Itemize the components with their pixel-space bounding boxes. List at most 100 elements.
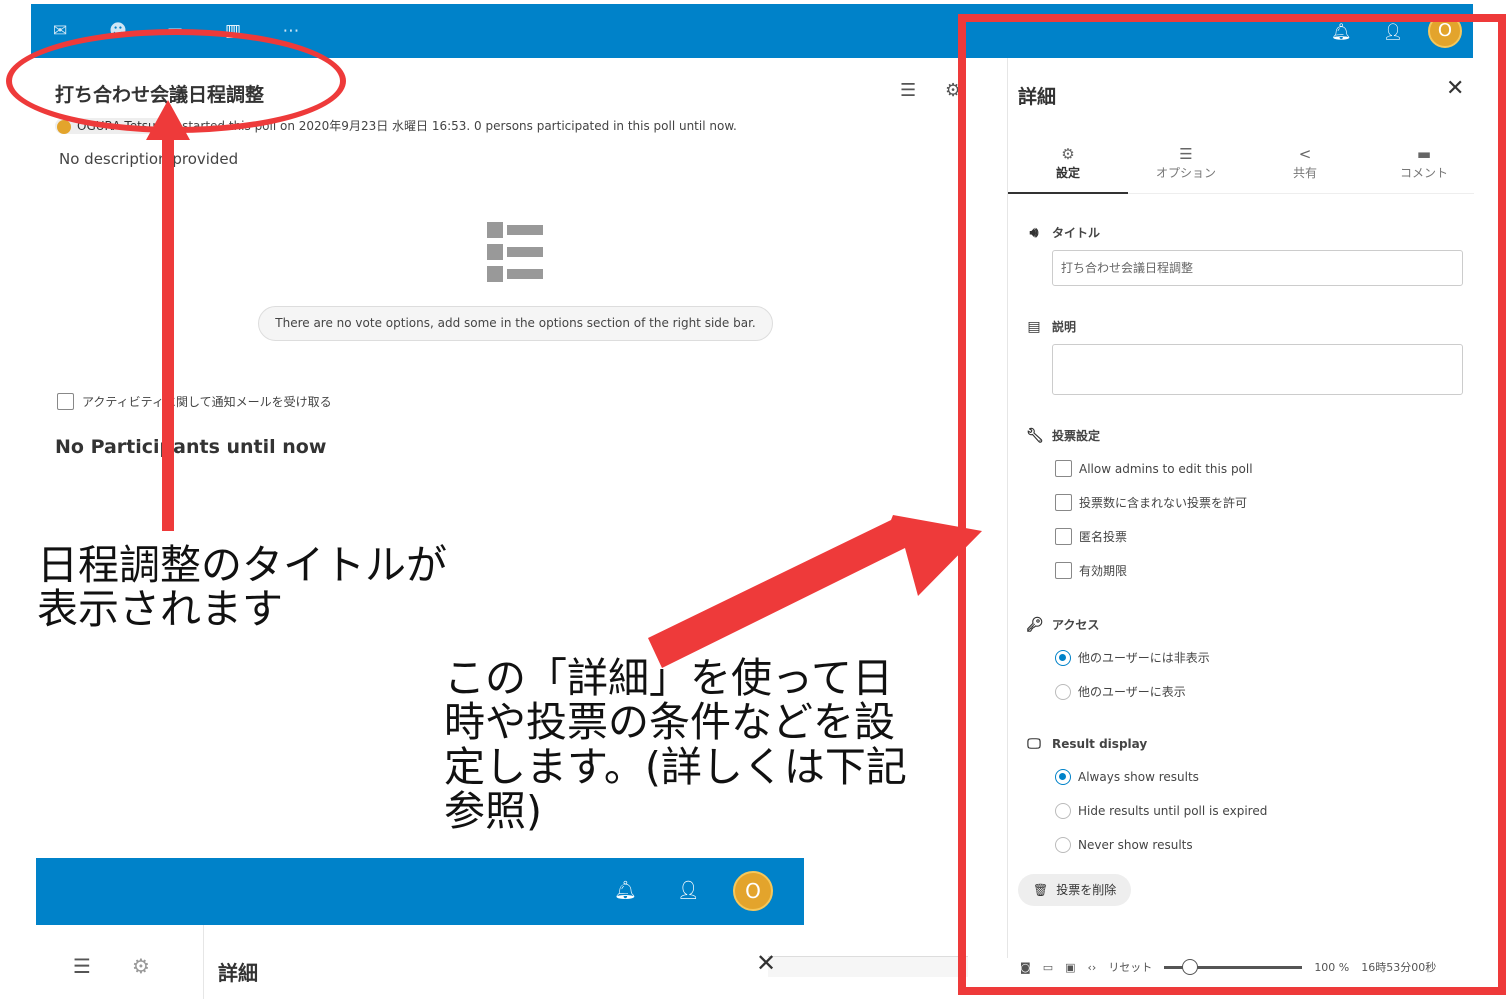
radio[interactable] <box>1055 649 1071 666</box>
notify-checkbox[interactable] <box>57 393 74 410</box>
diagonal-arrow <box>648 515 982 668</box>
result-section-label: Result display <box>1052 737 1148 751</box>
options-list-icon[interactable]: ☰ <box>73 954 91 978</box>
option-label: 匿名投票 <box>1079 530 1128 544</box>
notify-checkbox-row[interactable]: アクティビティに関して通知メールを受け取る <box>57 393 332 410</box>
gear-icon[interactable]: ⚙ <box>945 80 961 101</box>
tab-label: 設定 <box>1055 166 1080 180</box>
title-highlight-ellipse <box>6 29 346 133</box>
window-icon[interactable]: ▭ <box>1043 961 1053 974</box>
option-label: Allow admins to edit this poll <box>1079 461 1253 476</box>
allow-admins-option[interactable]: Allow admins to edit this poll <box>1055 460 1253 477</box>
close-icon[interactable]: ✕ <box>1446 76 1464 101</box>
gear-icon: ⚙ <box>1061 145 1075 163</box>
comment-icon: ▬ <box>1416 145 1432 163</box>
radio[interactable] <box>1055 683 1071 700</box>
more-icon[interactable]: ⋯ <box>280 22 302 40</box>
lower-header: 🔔︎ 👤︎ O <box>36 858 804 925</box>
tab-options[interactable]: ☰ オプション <box>1126 144 1246 194</box>
option-label: Hide results until poll is expired <box>1078 804 1268 818</box>
speaker-icon: 🔊︎ <box>1029 224 1039 241</box>
title-annotation: 日程調整のタイトルが 表示されます <box>37 543 447 632</box>
delete-poll-button[interactable]: 🗑︎ 投票を削除 <box>1018 874 1132 906</box>
zoom-slider-knob[interactable] <box>1182 958 1199 975</box>
lower-screenshot: 🔔︎ 👤︎ O ☰ ⚙ 詳細 ✕ <box>36 858 804 999</box>
empty-list-icon <box>487 222 543 282</box>
tab-settings[interactable]: ⚙ 設定 <box>1008 144 1128 194</box>
voting-section-label: 投票設定 <box>1052 429 1101 443</box>
divider <box>203 925 204 999</box>
option-label: 有効期限 <box>1079 564 1128 578</box>
access-visible-option[interactable]: 他のユーザーに表示 <box>1055 683 1186 700</box>
sidebar-title: 詳細 <box>1018 86 1057 108</box>
options-list-icon[interactable]: ☰ <box>900 80 916 101</box>
camera-icon[interactable]: ◙ <box>1020 961 1031 974</box>
checkbox[interactable] <box>1055 494 1072 511</box>
sidebar-tabs: ⚙ 設定 ☰ オプション < 共有 ▬ コメント <box>1008 144 1474 194</box>
description-section-heading: ▤ 説明 <box>1026 318 1076 335</box>
access-section-heading: 🔑︎ アクセス <box>1026 616 1099 633</box>
document-icon: ▤ <box>1027 318 1041 335</box>
share-icon: < <box>1298 145 1312 163</box>
status-bar: ◙ ▭ ▣ ‹› リセット 100 % 16時53分00秒 <box>1020 957 1473 977</box>
poll-description: No description provided <box>59 150 239 168</box>
result-never-option[interactable]: Never show results <box>1055 837 1193 853</box>
option-label: Always show results <box>1078 770 1199 784</box>
result-hide-option[interactable]: Hide results until poll is expired <box>1055 803 1267 819</box>
image-icon[interactable]: ▣ <box>1065 961 1075 974</box>
participants-heading: No Participants until now <box>55 436 327 458</box>
title-section-heading: 🔊︎ タイトル <box>1026 224 1100 241</box>
notifications-icon[interactable]: 🔔︎ <box>614 880 637 901</box>
option-label: 他のユーザーには非表示 <box>1078 651 1210 665</box>
tab-label: オプション <box>1155 166 1216 180</box>
annotation-line: 表示されます <box>37 585 283 634</box>
notifications-icon[interactable]: 🔔︎ <box>1331 22 1351 41</box>
close-icon[interactable]: ✕ <box>756 949 776 977</box>
result-always-option[interactable]: Always show results <box>1055 769 1199 785</box>
access-section-label: アクセス <box>1052 618 1100 632</box>
radio[interactable] <box>1055 803 1071 819</box>
option-label: 投票数に含まれない投票を許可 <box>1079 496 1248 510</box>
monitor-icon: 🖵︎ <box>1027 736 1041 752</box>
result-section-heading: 🖵︎ Result display <box>1026 736 1147 752</box>
checkbox[interactable] <box>1055 528 1072 545</box>
notify-label: アクティビティに関して通知メールを受け取る <box>82 395 332 409</box>
access-hidden-option[interactable]: 他のユーザーには非表示 <box>1055 649 1210 666</box>
reset-label[interactable]: リセット <box>1108 959 1152 975</box>
mail-icon[interactable]: ✉ <box>49 22 71 40</box>
lower-sidebar-title: 詳細 <box>218 961 258 985</box>
clock: 16時53分00秒 <box>1361 961 1437 974</box>
wrench-icon: 🔧︎ <box>1026 427 1044 444</box>
anonymous-option[interactable]: 匿名投票 <box>1055 528 1127 545</box>
avatar[interactable]: O <box>733 871 773 911</box>
radio[interactable] <box>1055 837 1071 853</box>
checkbox[interactable] <box>1055 562 1072 579</box>
contacts-menu-icon[interactable]: 👤︎ <box>677 880 700 901</box>
voting-section-heading: 🔧︎ 投票設定 <box>1026 427 1100 444</box>
tab-share[interactable]: < 共有 <box>1245 144 1365 194</box>
annotation-line: 日程調整のタイトルが <box>37 541 447 589</box>
code-icon[interactable]: ‹› <box>1088 961 1097 974</box>
tab-comments[interactable]: ▬ コメント <box>1364 144 1484 194</box>
trash-icon: 🗑︎ <box>1033 883 1049 897</box>
list-icon: ☰ <box>1179 145 1193 163</box>
zoom-slider[interactable] <box>1164 958 1303 975</box>
detail-annotation: この「詳細」を使って日時や投票の条件などを設定します。(詳しくは下記参照) <box>444 654 907 835</box>
no-options-message: There are no vote options, add some in t… <box>258 306 773 341</box>
checkbox[interactable] <box>1055 460 1072 477</box>
option-label: 他のユーザーに表示 <box>1078 685 1186 699</box>
gear-icon[interactable]: ⚙ <box>132 954 150 978</box>
key-icon: 🔑︎ <box>1026 616 1044 633</box>
title-section-label: タイトル <box>1052 226 1101 240</box>
tab-label: 共有 <box>1292 166 1317 180</box>
description-section-label: 説明 <box>1052 320 1077 334</box>
description-textarea[interactable] <box>1052 344 1463 395</box>
allow-maybe-option[interactable]: 投票数に含まれない投票を許可 <box>1055 494 1247 511</box>
title-input[interactable]: 打ち合わせ会議日程調整 <box>1052 250 1463 286</box>
tab-label: コメント <box>1399 166 1448 180</box>
details-sidebar: 詳細 ✕ ⚙ 設定 ☰ オプション < 共有 ▬ コメント 🔊︎ タイトル 打ち… <box>1007 58 1474 958</box>
contacts-menu-icon[interactable]: 👤︎ <box>1383 22 1403 41</box>
avatar[interactable]: O <box>1428 14 1462 48</box>
expiration-option[interactable]: 有効期限 <box>1055 562 1127 579</box>
radio[interactable] <box>1055 769 1071 785</box>
